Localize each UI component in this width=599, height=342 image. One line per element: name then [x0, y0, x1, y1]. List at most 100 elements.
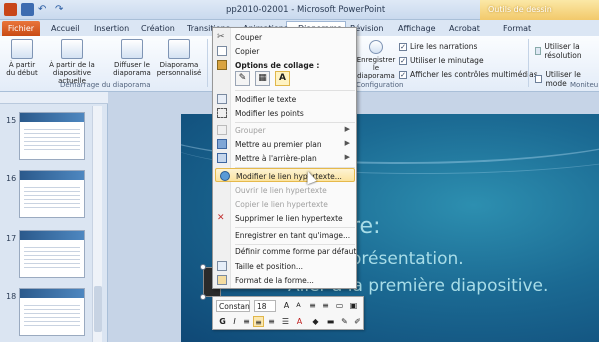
ribbon-separator — [207, 39, 208, 87]
tab-accueil[interactable]: Accueil — [51, 24, 80, 33]
format-painter-icon[interactable]: ✐ — [352, 316, 363, 327]
menu-item-send-to-back[interactable]: Mettre à l'arrière-plan ▶ — [213, 151, 356, 165]
paste-picture-icon[interactable]: ▦ — [255, 71, 270, 86]
fill-color-icon[interactable]: ◆ — [310, 316, 321, 327]
context-menu: ✂ Couper Copier Options de collage : ✎ ▦… — [212, 27, 357, 289]
hyperlink-icon — [220, 171, 230, 181]
clipboard-icon — [217, 60, 227, 70]
save-icon[interactable] — [21, 3, 34, 16]
broadcast-slideshow-button[interactable]: Diffuser le diaporama — [112, 39, 152, 77]
custom-show-icon — [168, 39, 190, 59]
title-bar: ↶ ↷ pp2010-02001 - Microsoft PowerPoint … — [0, 0, 599, 20]
window-title: pp2010-02001 - Microsoft PowerPoint — [226, 5, 386, 15]
undo-icon[interactable]: ↶ — [38, 3, 51, 16]
send-back-icon — [217, 153, 227, 163]
checkbox-icon: ✓ — [399, 70, 407, 79]
custom-slideshow-button[interactable]: Diaporama personnalisé — [154, 39, 204, 77]
resize-handle[interactable] — [200, 294, 206, 300]
slide-thumbnail[interactable] — [19, 288, 85, 336]
shrink-font-icon[interactable]: A — [293, 300, 304, 311]
tab-affichage[interactable]: Affichage — [398, 24, 436, 33]
menu-item-edit-text[interactable]: Modifier le texte — [213, 92, 356, 106]
font-color-icon[interactable]: A — [294, 316, 305, 327]
menu-item-format-shape[interactable]: Format de la forme... — [213, 273, 356, 287]
menu-item-group: Grouper ▶ — [213, 123, 356, 137]
bullets-icon[interactable]: ☰ — [280, 316, 291, 327]
submenu-arrow-icon: ▶ — [344, 153, 350, 161]
indent-decrease-icon[interactable]: ≡ — [307, 300, 318, 311]
pen-color-icon[interactable]: ✎ — [339, 316, 350, 327]
font-name-field[interactable]: Constan — [216, 300, 250, 312]
redo-icon[interactable]: ↷ — [55, 3, 68, 16]
menu-item-size-position[interactable]: Taille et position... — [213, 259, 356, 273]
check-use-timings[interactable]: ✓ Utiliser le minutage — [399, 56, 484, 65]
group-label-moniteurs: Moniteu — [570, 81, 599, 89]
scissors-icon: ✂ — [217, 32, 225, 42]
slide-number: 15 — [6, 116, 17, 125]
resize-handle[interactable] — [200, 264, 206, 270]
size-icon — [217, 261, 227, 271]
menu-separator — [235, 90, 355, 91]
tab-insertion[interactable]: Insertion — [94, 24, 129, 33]
menu-item-save-as-picture[interactable]: Enregistrer en tant qu'image... — [213, 228, 356, 242]
checkbox-icon: ✓ — [399, 42, 407, 51]
record-slideshow-button[interactable]: Enregistrer le diaporama — [356, 40, 396, 80]
menu-item-remove-hyperlink[interactable]: ✕ Supprimer le lien hypertexte — [213, 211, 356, 225]
align-center-icon[interactable]: ≡ — [253, 316, 264, 327]
paste-text-only-icon[interactable]: A — [275, 71, 290, 86]
slide-number: 18 — [6, 292, 17, 301]
remove-link-icon: ✕ — [217, 213, 225, 223]
use-resolution-option[interactable]: Utiliser la résolution — [535, 42, 599, 60]
menu-item-copy[interactable]: Copier — [213, 44, 356, 58]
paste-use-destination-theme-icon[interactable]: ✎ — [235, 71, 250, 86]
drawing-tools-context-tab: Outils de dessin — [480, 0, 599, 20]
menu-item-cut[interactable]: ✂ Couper — [213, 30, 356, 44]
ribbon-separator — [528, 39, 529, 87]
record-icon — [369, 40, 383, 54]
check-show-media-controls[interactable]: ✓ Afficher les contrôles multimédias — [399, 70, 538, 79]
monitor-icon — [535, 47, 542, 55]
slides-pane-scrollbar[interactable] — [92, 106, 102, 342]
group-icon — [217, 125, 227, 135]
paste-format-icon[interactable]: ▣ — [348, 300, 359, 311]
slide-thumbnail[interactable] — [19, 230, 85, 278]
tab-acrobat[interactable]: Acrobat — [449, 24, 480, 33]
slide-number: 16 — [6, 174, 17, 183]
edit-text-icon — [217, 94, 227, 104]
format-shape-icon — [217, 275, 227, 285]
slide-number: 17 — [6, 234, 17, 243]
tab-creation[interactable]: Création — [141, 24, 175, 33]
italic-icon[interactable]: I — [229, 316, 240, 327]
scrollbar-thumb[interactable] — [94, 286, 102, 332]
bold-icon[interactable]: G — [217, 316, 228, 327]
play-current-icon — [61, 39, 83, 59]
check-read-narrations[interactable]: ✓ Lire les narrations — [399, 42, 477, 51]
menu-item-paste-options: Options de collage : — [213, 58, 356, 72]
menu-item-bring-to-front[interactable]: Mettre au premier plan ▶ — [213, 137, 356, 151]
edit-points-icon — [217, 108, 227, 118]
menu-item-edit-hyperlink[interactable]: Modifier le lien hypertexte... — [215, 168, 355, 182]
from-current-slide-button[interactable]: À partir de la diapositive actuelle — [42, 39, 102, 85]
slide-thumbnail[interactable] — [19, 170, 85, 218]
copy-icon — [217, 46, 227, 56]
menu-item-set-default-shape[interactable]: Définir comme forme par défaut — [213, 244, 356, 258]
indent-increase-icon[interactable]: ≡ — [320, 300, 331, 311]
tab-fichier[interactable]: Fichier — [2, 21, 40, 36]
slides-pane: 15 16 17 18 — [0, 92, 108, 342]
group-label-configuration: Configuration — [356, 81, 404, 89]
submenu-arrow-icon: ▶ — [344, 139, 350, 147]
powerpoint-icon[interactable] — [4, 3, 17, 16]
align-left-icon[interactable]: ≡ — [241, 316, 252, 327]
slide-thumbnail[interactable] — [19, 112, 85, 160]
font-size-field[interactable]: 18 — [254, 300, 276, 312]
tab-format[interactable]: Format — [503, 24, 531, 33]
shape-icon[interactable]: ▭ — [334, 300, 345, 311]
bring-front-icon — [217, 139, 227, 149]
grow-font-icon[interactable]: A — [281, 300, 292, 311]
align-right-icon[interactable]: ≡ — [266, 316, 277, 327]
group-label-demarrage: Démarrage du diaporama — [60, 81, 151, 89]
menu-item-edit-points[interactable]: Modifier les points — [213, 106, 356, 120]
from-beginning-button[interactable]: À partir du début — [4, 39, 40, 77]
quick-access-toolbar: ↶ ↷ — [4, 3, 68, 16]
outline-color-icon[interactable]: ▬ — [325, 316, 336, 327]
